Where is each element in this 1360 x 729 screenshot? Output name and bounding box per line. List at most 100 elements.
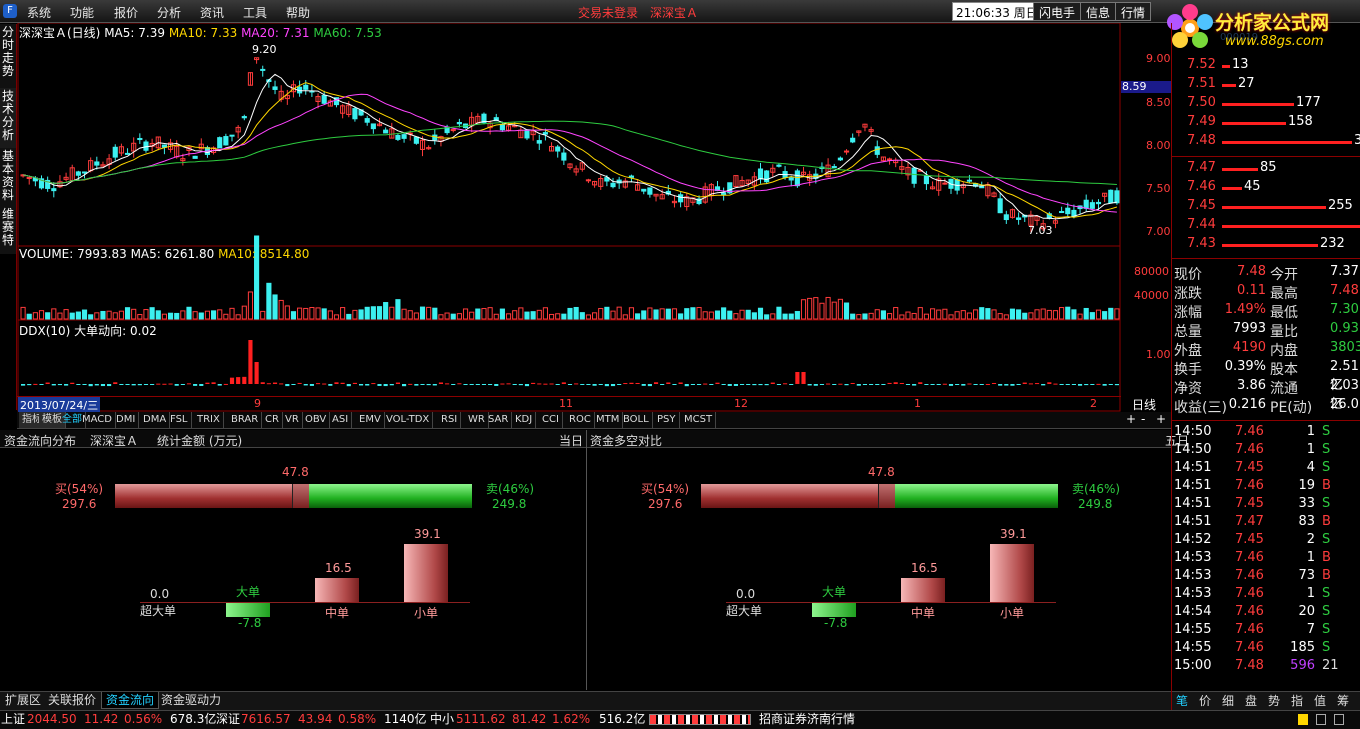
window-icon[interactable]	[1316, 714, 1326, 725]
app-logo-icon[interactable]: F	[3, 4, 17, 18]
volume-bar	[960, 310, 966, 320]
indicator-tab-vr[interactable]: VR	[282, 412, 303, 428]
indicator-tab-obv[interactable]: OBV	[302, 412, 331, 428]
indicator-tab-kdj[interactable]: KDJ	[512, 412, 537, 428]
indicator-tab-asi[interactable]: ASI	[329, 412, 353, 428]
indicator-tab-mcst[interactable]: MCST	[681, 412, 717, 428]
ddx-bar	[635, 382, 640, 384]
indicator-tab-boll[interactable]: BOLL	[620, 412, 653, 428]
menu-analysis[interactable]: 分析	[157, 4, 181, 21]
candle-body	[561, 152, 567, 161]
indicator-tab-brar[interactable]: BRAR	[228, 412, 263, 428]
tick-volume: 83	[1298, 514, 1315, 529]
tab-technical[interactable]: 技术分析	[0, 88, 17, 148]
tab-fundamentals[interactable]: 基本资料	[0, 148, 17, 206]
right-tab-0[interactable]: 笔	[1176, 692, 1196, 709]
window-icon[interactable]	[1334, 714, 1344, 725]
right-tab-4[interactable]: 势	[1268, 692, 1288, 709]
trade-login-status[interactable]: 交易未登录	[578, 4, 638, 21]
volume-bar	[850, 313, 856, 320]
ddx-bar	[1010, 384, 1015, 386]
lock-icon[interactable]	[1298, 714, 1308, 725]
menu-help[interactable]: 帮助	[286, 4, 310, 21]
right-tab-3[interactable]: 盘	[1245, 692, 1265, 709]
tick-volume: 1	[1306, 550, 1315, 565]
volume-bar	[149, 307, 155, 320]
tab-wisetech[interactable]: 维赛特	[0, 206, 17, 254]
stat-value: 3803	[1330, 340, 1360, 355]
ma10-label: MA10: 7.33	[168, 26, 238, 40]
ddx-bar	[236, 377, 241, 384]
ddx-bar	[1114, 384, 1119, 386]
menu-tools[interactable]: 工具	[243, 4, 267, 21]
indicator-tab-rsi[interactable]: RSI	[438, 412, 462, 428]
menu-system[interactable]: 系统	[27, 4, 51, 21]
market-button[interactable]: 行情	[1115, 2, 1152, 21]
flow-bar-value: 39.1	[414, 527, 441, 541]
tab-fund-drive[interactable]: 资金驱动力	[157, 692, 225, 709]
indicator-tab-cr[interactable]: CR	[262, 412, 283, 428]
indicator-tab-cci[interactable]: CCI	[539, 412, 563, 428]
indicator-tab-psy[interactable]: PSY	[654, 412, 680, 428]
right-tab-6[interactable]: 值	[1314, 692, 1334, 709]
buy-value: 297.6	[62, 497, 97, 511]
volume-bar	[180, 310, 186, 320]
book-volume-bar	[1222, 206, 1326, 209]
ddx-bar	[930, 384, 935, 385]
tab-fund-flow[interactable]: 资金流向	[101, 692, 160, 709]
ma-lines	[22, 73, 1118, 220]
volume-bar	[383, 302, 389, 320]
zoom-in-button[interactable]: +	[1126, 412, 1136, 426]
right-tab-2[interactable]: 细	[1222, 692, 1242, 709]
stat-label: 最低	[1270, 305, 1298, 321]
indicator-tab-mtm[interactable]: MTM	[593, 412, 624, 428]
indicator-tab-macd[interactable]: MACD	[79, 412, 116, 428]
volume-bar	[530, 311, 536, 320]
menu-news[interactable]: 资讯	[200, 4, 224, 21]
sh-index-label[interactable]: 上证	[1, 711, 25, 728]
info-button[interactable]: 信息	[1080, 2, 1117, 21]
menu-quote[interactable]: 报价	[114, 4, 138, 21]
flow-range-select[interactable]: 当日	[559, 432, 583, 449]
period-label[interactable]: 日线	[1132, 396, 1156, 413]
tick-price: 7.46	[1235, 622, 1264, 637]
candle-body	[628, 175, 635, 178]
indicator-tab-vol-tdx[interactable]: VOL-TDX	[383, 412, 434, 428]
candle-body	[788, 177, 794, 181]
indicator-tab-trix[interactable]: TRIX	[194, 412, 224, 428]
tab-related-quotes[interactable]: 关联报价	[44, 692, 100, 709]
menu-function[interactable]: 功能	[70, 4, 94, 21]
sz-index-label[interactable]: 深证	[216, 711, 240, 728]
indicator-tab-emv[interactable]: EMV	[356, 412, 385, 428]
indicator-tab-fsl[interactable]: FSL	[167, 412, 192, 428]
ddx-bar	[1090, 384, 1095, 385]
volume-bar	[1046, 309, 1052, 320]
ddx-bar	[770, 382, 775, 384]
flash-trade-button[interactable]: 闪电手	[1033, 2, 1082, 21]
tab-extension[interactable]: 扩展区	[1, 692, 45, 709]
candle-body	[843, 150, 850, 153]
right-tab-7[interactable]: 筹	[1337, 692, 1357, 709]
tab-intraday[interactable]: 分时走势	[0, 24, 17, 88]
ddx-bar	[696, 384, 702, 385]
tick-price: 7.46	[1235, 550, 1264, 565]
indicator-tab-dmi[interactable]: DMI	[113, 412, 140, 428]
sz-change: 43.94	[298, 712, 333, 726]
indicator-tab-roc[interactable]: ROC	[566, 412, 595, 428]
tick-volume: 1	[1306, 424, 1315, 439]
volume-bar	[100, 310, 106, 320]
volume-bar	[493, 313, 499, 320]
ddx-bar	[358, 384, 364, 386]
indicator-tab-sar[interactable]: SAR	[485, 412, 513, 428]
right-tab-5[interactable]: 指	[1291, 692, 1311, 709]
add-pane-button[interactable]: +	[1156, 412, 1166, 426]
volume-bar	[167, 312, 174, 320]
candle-body	[610, 182, 616, 188]
sme-index-label[interactable]: 中小	[430, 711, 454, 728]
zoom-out-button[interactable]: -	[1141, 412, 1145, 426]
volume-bar	[364, 306, 370, 320]
date-axis: 2013/07/24/三 9 11 12 1 2	[17, 396, 1121, 413]
right-tab-1[interactable]: 价	[1199, 692, 1219, 709]
indicator-tab-dma[interactable]: DMA	[140, 412, 171, 428]
kline-chart-canvas[interactable]	[17, 23, 1172, 413]
